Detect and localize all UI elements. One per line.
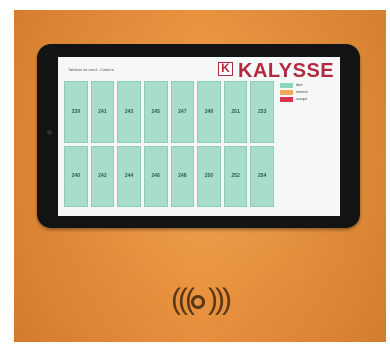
legend-swatch [280, 82, 293, 88]
locker-cell[interactable]: 244 [117, 145, 141, 207]
brand-name: KALYSSE [238, 60, 335, 82]
tablet-screen: Tableau de bord - Casiers K KALYSSE 239 … [58, 57, 340, 216]
legend-label: libre [296, 83, 303, 87]
screen-title: Tableau de bord - Casiers [68, 67, 114, 72]
locker-cell[interactable]: 254 [250, 145, 274, 207]
locker-cell[interactable]: 252 [223, 145, 248, 207]
legend-label: occupé [296, 97, 308, 101]
locker-cell[interactable]: 243 [117, 81, 141, 143]
locker-cell[interactable]: 245 [143, 81, 168, 143]
brand-logo-icon: K [218, 61, 233, 76]
locker-cell[interactable]: 249 [197, 81, 221, 143]
legend-item: réservé [280, 89, 336, 95]
locker-cell[interactable]: 248 [170, 145, 195, 207]
legend-item: occupé [280, 96, 336, 102]
legend-item: libre [280, 82, 336, 88]
locker-cell[interactable]: 253 [250, 81, 274, 143]
locker-cell[interactable]: 241 [90, 81, 115, 143]
locker-cell[interactable]: 251 [223, 81, 248, 143]
locker-cell[interactable]: 246 [143, 145, 168, 207]
tablet-device: Tableau de bord - Casiers K KALYSSE 239 … [37, 44, 360, 228]
legend-label: réservé [296, 90, 308, 94]
locker-cell[interactable]: 247 [170, 81, 195, 143]
locker-cell[interactable]: 240 [64, 145, 88, 207]
camera-dot [47, 130, 52, 135]
locker-cell[interactable]: 250 [197, 145, 221, 207]
locker-cell[interactable]: 239 [64, 81, 88, 143]
brand-logo-letter: K [221, 61, 230, 75]
locker-cell[interactable]: 242 [90, 145, 115, 207]
contactless-center-icon [191, 295, 205, 309]
locker-grid: 239 241 243 245 247 249 251 253 240 242 … [64, 81, 274, 207]
status-legend: libre réservé occupé [280, 82, 336, 103]
legend-swatch [280, 96, 293, 102]
legend-swatch [280, 89, 293, 95]
